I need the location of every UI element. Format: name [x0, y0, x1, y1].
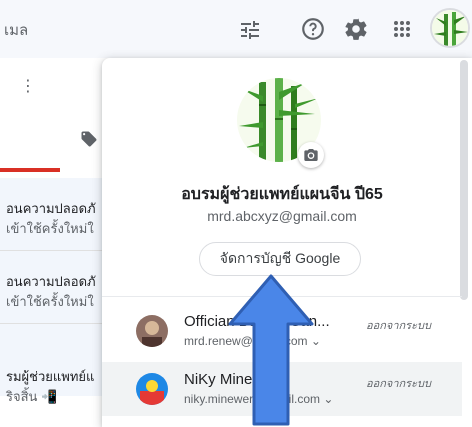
account-email: mrd.abcxyz@gmail.com	[207, 208, 357, 224]
list-item[interactable]: อนความปลอดภั เข้าใช้ครั้งใหม่ใ	[0, 251, 110, 323]
search-input[interactable]: เมล	[4, 18, 28, 42]
tune-icon[interactable]	[238, 18, 262, 42]
mail-snippet: เข้าใช้ครั้งใหม่ใ	[6, 221, 94, 236]
avatar[interactable]	[430, 8, 470, 48]
more-vert-icon[interactable]: ⋮	[20, 76, 36, 96]
top-bar: เมล	[0, 0, 472, 58]
mail-snippet: ริจสิ้น 📲	[6, 389, 58, 404]
account-avatar	[136, 373, 168, 405]
account-name: อบรมผู้ช่วยแพทย์แผนจีน ปี65	[181, 186, 383, 203]
primary-tab-indicator	[0, 168, 60, 172]
mail-snippet: เข้าใช้ครั้งใหม่ใ	[6, 294, 94, 309]
signed-out-status: ออกจากระบบ	[366, 320, 431, 332]
chevron-down-icon[interactable]: ⌄	[323, 392, 333, 406]
manage-account-button[interactable]: จัดการบัญชี Google	[199, 242, 361, 276]
list-item[interactable]: รมผู้ช่วยแพทย์แ ริจสิ้น 📲	[0, 324, 110, 404]
help-icon[interactable]	[300, 16, 326, 42]
camera-icon[interactable]	[298, 142, 324, 168]
inbox-list: ⋮ อนความปลอดภั เข้าใช้ครั้งใหม่ใ อนความป…	[0, 58, 110, 427]
inbox-toolbar: ⋮	[0, 58, 110, 108]
tag-icon[interactable]	[80, 130, 98, 148]
list-item[interactable]: อนความปลอดภั เข้าใช้ครั้งใหม่ใ	[0, 178, 110, 250]
apps-icon[interactable]	[390, 17, 414, 41]
mail-subject: อนความปลอดภั	[6, 201, 96, 216]
scrollbar[interactable]	[460, 60, 468, 300]
mail-subject: รมผู้ช่วยแพทย์แ	[6, 369, 95, 384]
gear-icon[interactable]	[343, 16, 369, 42]
arrow-up-icon	[228, 274, 314, 426]
account-avatar	[136, 315, 168, 347]
signed-out-status: ออกจากระบบ	[366, 378, 431, 390]
mail-subject: อนความปลอดภั	[6, 274, 96, 289]
